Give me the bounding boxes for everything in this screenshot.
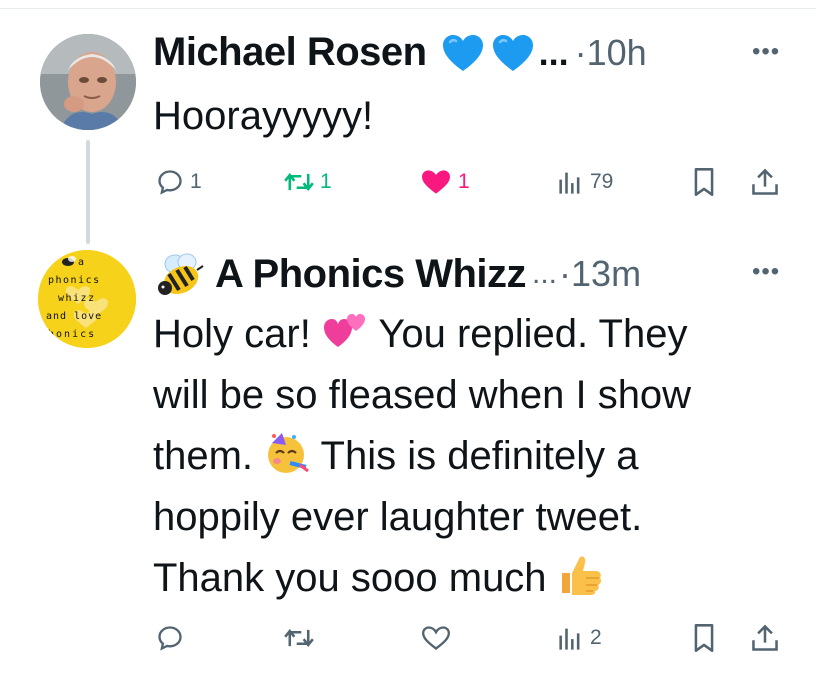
text-segment: This is definitely a xyxy=(310,434,639,478)
share-button[interactable] xyxy=(750,164,780,200)
bee-icon xyxy=(158,253,204,295)
bookmark-button[interactable] xyxy=(690,620,718,656)
blue-heart-icon xyxy=(492,34,533,71)
avatar-michael-rosen[interactable] xyxy=(40,34,136,130)
top-divider xyxy=(0,8,816,9)
heart-filled-icon xyxy=(422,170,450,194)
two-hearts-emoji xyxy=(323,314,365,347)
avatar-a-phonics-whizz[interactable]: a phonics whizz and love phonics xyxy=(38,250,136,348)
avatar-line: whizz xyxy=(58,293,96,304)
heart-icon xyxy=(421,626,451,650)
tweet2-header: A Phonics Whizz ... ·13m xyxy=(153,250,641,298)
views-icon xyxy=(559,172,580,194)
thread-connector xyxy=(86,140,90,244)
share-icon xyxy=(752,624,778,651)
tweet-time[interactable]: ·10h xyxy=(575,32,647,74)
like-button[interactable] xyxy=(420,620,452,656)
reply-icon xyxy=(158,170,182,195)
reply-icon xyxy=(158,626,182,651)
bookmark-icon xyxy=(694,168,714,196)
tweet-text-line: them. This is definitely a xyxy=(153,426,691,487)
name-ellipsis: ... xyxy=(538,31,569,73)
reply-count: 1 xyxy=(190,170,202,193)
tweet-text: Holy car! You replied. They will be so f… xyxy=(153,304,691,609)
avatar-logo: a phonics whizz and love phonics xyxy=(38,250,136,348)
bookmark-button[interactable] xyxy=(690,164,718,200)
tweet-text-line: will be so fleased when I show xyxy=(153,373,692,417)
author-name[interactable]: Michael Rosen xyxy=(153,30,427,75)
avatar-line: phonics xyxy=(48,275,101,286)
tweet-text-line: Hoorayyyyy! xyxy=(153,94,374,138)
blue-heart-icon xyxy=(442,34,483,71)
tweet2-actions: 2 xyxy=(150,620,790,656)
tweet-time[interactable]: ·13m xyxy=(559,253,641,295)
views-button[interactable]: 79 xyxy=(556,164,613,200)
views-icon xyxy=(559,628,580,650)
views-count: 2 xyxy=(590,626,602,649)
tweet1-header: Michael Rosen ... ·10h xyxy=(153,30,647,75)
text-segment: You replied. They xyxy=(367,312,688,356)
text-segment: Holy car! xyxy=(153,312,322,356)
tweet-text-line: Holy car! You replied. They xyxy=(153,304,691,365)
tweet-text-line: Thank you sooo much xyxy=(153,548,691,609)
reply-button[interactable] xyxy=(156,620,184,656)
tweet1-actions: 1 1 1 79 xyxy=(150,164,790,200)
avatar-line: phonics xyxy=(40,329,96,340)
share-icon xyxy=(752,168,778,195)
text-segment: them. xyxy=(153,434,265,478)
thumbs-up-emoji xyxy=(561,556,601,595)
reply-button[interactable]: 1 xyxy=(156,164,202,200)
views-count: 79 xyxy=(590,170,614,193)
repost-button[interactable]: 1 xyxy=(284,164,332,200)
repost-count: 1 xyxy=(320,170,332,193)
repost-button[interactable] xyxy=(284,620,314,656)
tweet-text: Hoorayyyyy! xyxy=(153,86,373,147)
more-options-icon[interactable]: ••• xyxy=(752,258,780,286)
text-segment: Thank you sooo much xyxy=(153,556,558,600)
share-button[interactable] xyxy=(750,620,780,656)
tweet-text-line: hoppily ever laughter tweet. xyxy=(153,495,643,539)
author-badges xyxy=(441,33,535,73)
author-name[interactable]: A Phonics Whizz xyxy=(215,252,527,297)
bookmark-icon xyxy=(694,624,714,652)
avatar-photo xyxy=(40,34,136,130)
repost-icon xyxy=(284,629,314,647)
repost-icon xyxy=(284,173,314,191)
avatar-line: and love xyxy=(46,311,102,322)
avatar-line: a xyxy=(78,257,84,268)
name-ellipsis: ... xyxy=(532,257,558,290)
like-button[interactable]: 1 xyxy=(420,164,470,200)
more-options-icon[interactable]: ••• xyxy=(752,38,780,66)
partying-face-emoji xyxy=(268,433,310,473)
like-count: 1 xyxy=(458,170,470,193)
views-button[interactable]: 2 xyxy=(556,620,602,656)
